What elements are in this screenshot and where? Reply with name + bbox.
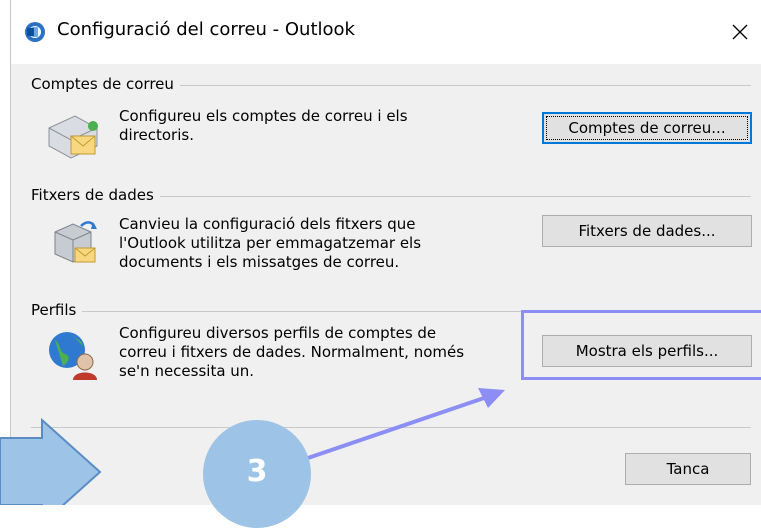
desc-line: se'n necessita un.: [119, 362, 255, 380]
close-icon: [732, 24, 748, 40]
desc-line: Configureu diversos perfils de comptes d…: [119, 324, 437, 342]
data-files-button[interactable]: Fitxers de dades...: [542, 215, 752, 247]
group-label-datafiles: Fitxers de dades: [31, 186, 160, 204]
datafiles-description: Canvieu la configuració dels fitxers que…: [119, 215, 421, 272]
window-title: Configuració del correu - Outlook: [57, 19, 355, 40]
title-bar: Configuració del correu - Outlook: [11, 0, 761, 64]
outlook-icon: [25, 22, 45, 42]
step-number-badge: 3: [203, 420, 311, 528]
group-label-accounts: Comptes de correu: [31, 75, 180, 93]
desc-line: directoris.: [119, 126, 194, 144]
desc-line: Canvieu la configuració dels fitxers que: [119, 215, 416, 233]
desc-line: Configureu els comptes de correu i els: [119, 107, 408, 125]
highlight-box: [521, 310, 761, 380]
data-files-icon: [54, 221, 97, 263]
accounts-description: Configureu els comptes de correu i els d…: [119, 107, 408, 145]
desc-line: documents i els missatges de correu.: [119, 253, 400, 271]
profiles-icon: [49, 332, 97, 380]
mail-setup-dialog: Configuració del correu - Outlook Compte…: [10, 0, 761, 505]
desc-line: l'Outlook utilitza per emmagatzemar els: [119, 234, 422, 252]
group-label-profiles: Perfils: [31, 301, 83, 319]
mail-accounts-button[interactable]: Comptes de correu...: [542, 112, 752, 144]
desc-line: correu i fitxers de dades. Normalment, n…: [119, 343, 465, 361]
close-dialog-button[interactable]: Tanca: [625, 453, 751, 485]
footer-separator: [31, 427, 751, 428]
close-window-button[interactable]: [718, 14, 761, 50]
mail-accounts-icon: [48, 115, 98, 159]
profiles-description: Configureu diversos perfils de comptes d…: [119, 324, 464, 381]
